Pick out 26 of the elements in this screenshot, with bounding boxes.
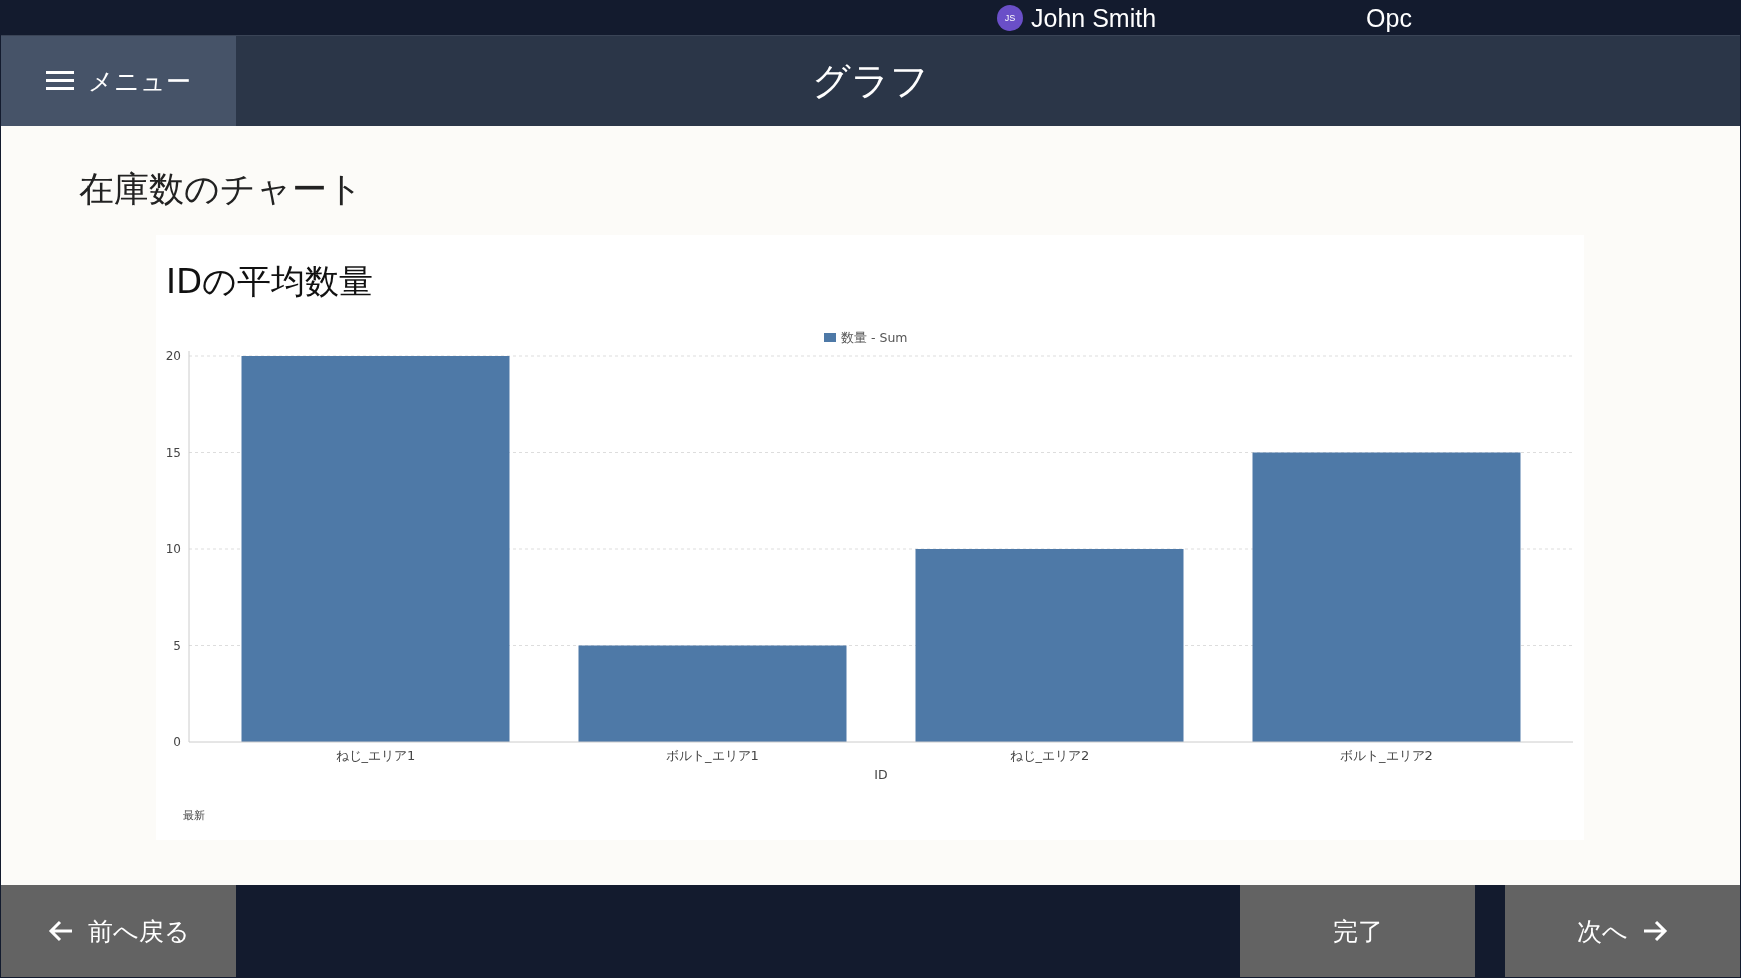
chart-title: IDの平均数量 — [165, 260, 375, 303]
user-avatar: JS — [997, 5, 1023, 31]
next-button[interactable]: 次へ — [1505, 885, 1740, 977]
y-tick-label: 10 — [165, 542, 181, 556]
menu-icon — [46, 71, 74, 91]
x-tick-label: ボルト_エリア2 — [1340, 748, 1433, 763]
menu-button[interactable]: メニュー — [1, 36, 236, 126]
left-arrow-icon — [47, 919, 74, 943]
x-axis-title: ID — [874, 767, 888, 782]
chart-legend: 数量 - Sum — [824, 330, 908, 345]
right-arrow-icon — [1642, 919, 1668, 943]
y-tick-label: 5 — [173, 638, 181, 653]
x-tick-label: ねじ_エリア1 — [335, 748, 416, 763]
company-name: Opc — [1366, 3, 1412, 33]
y-tick-label: 15 — [165, 445, 181, 460]
done-button[interactable]: 完了 — [1240, 885, 1475, 977]
chart-footnote: 最新 — [183, 809, 205, 822]
y-tick-label: 20 — [165, 349, 181, 363]
legend-label: 数量 - Sum — [841, 330, 908, 345]
screen-title: グラフ — [812, 57, 929, 105]
y-tick-label: 0 — [173, 735, 181, 749]
page-title: 在庫数のチャート — [79, 168, 364, 211]
x-tick-label: ボルト_エリア1 — [666, 748, 759, 763]
x-tick-label: ねじ_エリア2 — [1009, 748, 1090, 763]
back-button[interactable]: 前へ戻る — [1, 885, 236, 977]
user-name: John Smith — [1031, 3, 1157, 33]
